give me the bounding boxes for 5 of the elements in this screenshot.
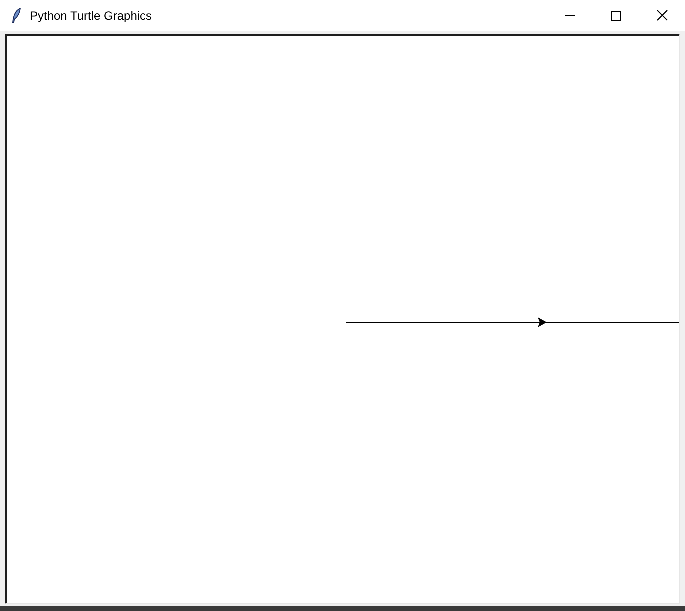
maximize-icon[interactable] <box>611 10 621 20</box>
feather-icon <box>12 8 21 23</box>
window-title: Python Turtle Graphics <box>30 8 154 22</box>
turtle-arrowhead-icon <box>538 318 547 328</box>
close-icon[interactable] <box>656 10 668 21</box>
